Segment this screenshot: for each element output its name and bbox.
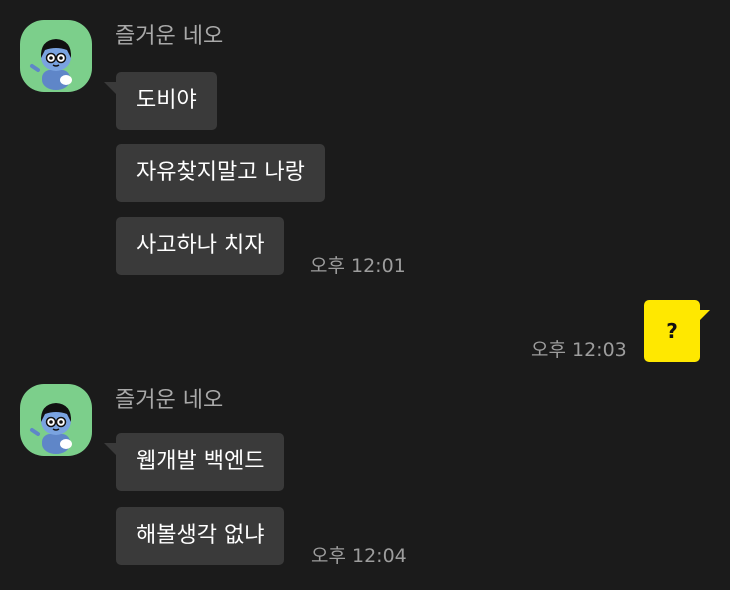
message-timestamp: 오후 12:04 bbox=[311, 545, 407, 567]
my-message-bubble[interactable]: ? bbox=[644, 300, 710, 362]
sender-name: 즐거운 네오 bbox=[115, 24, 224, 49]
message-bubble[interactable]: 웹개발 백엔드 bbox=[103, 433, 285, 491]
message-bubble[interactable]: 해볼생각 없냐 bbox=[116, 507, 285, 565]
sender-avatar[interactable] bbox=[20, 20, 92, 92]
my-message-timestamp: 오후 12:03 bbox=[531, 339, 627, 361]
neo-character-avatar-icon bbox=[30, 39, 72, 90]
sender-avatar[interactable] bbox=[20, 384, 92, 456]
message-bubble[interactable]: 도비야 bbox=[104, 72, 217, 130]
message-bubble[interactable]: 자유찾지말고 나랑 bbox=[116, 144, 325, 202]
neo-character-avatar-icon bbox=[30, 403, 72, 454]
sender-name: 즐거운 네오 bbox=[115, 388, 224, 413]
message-timestamp: 오후 12:01 bbox=[310, 255, 406, 277]
message-bubble[interactable]: 사고하나 치자 bbox=[116, 217, 285, 275]
